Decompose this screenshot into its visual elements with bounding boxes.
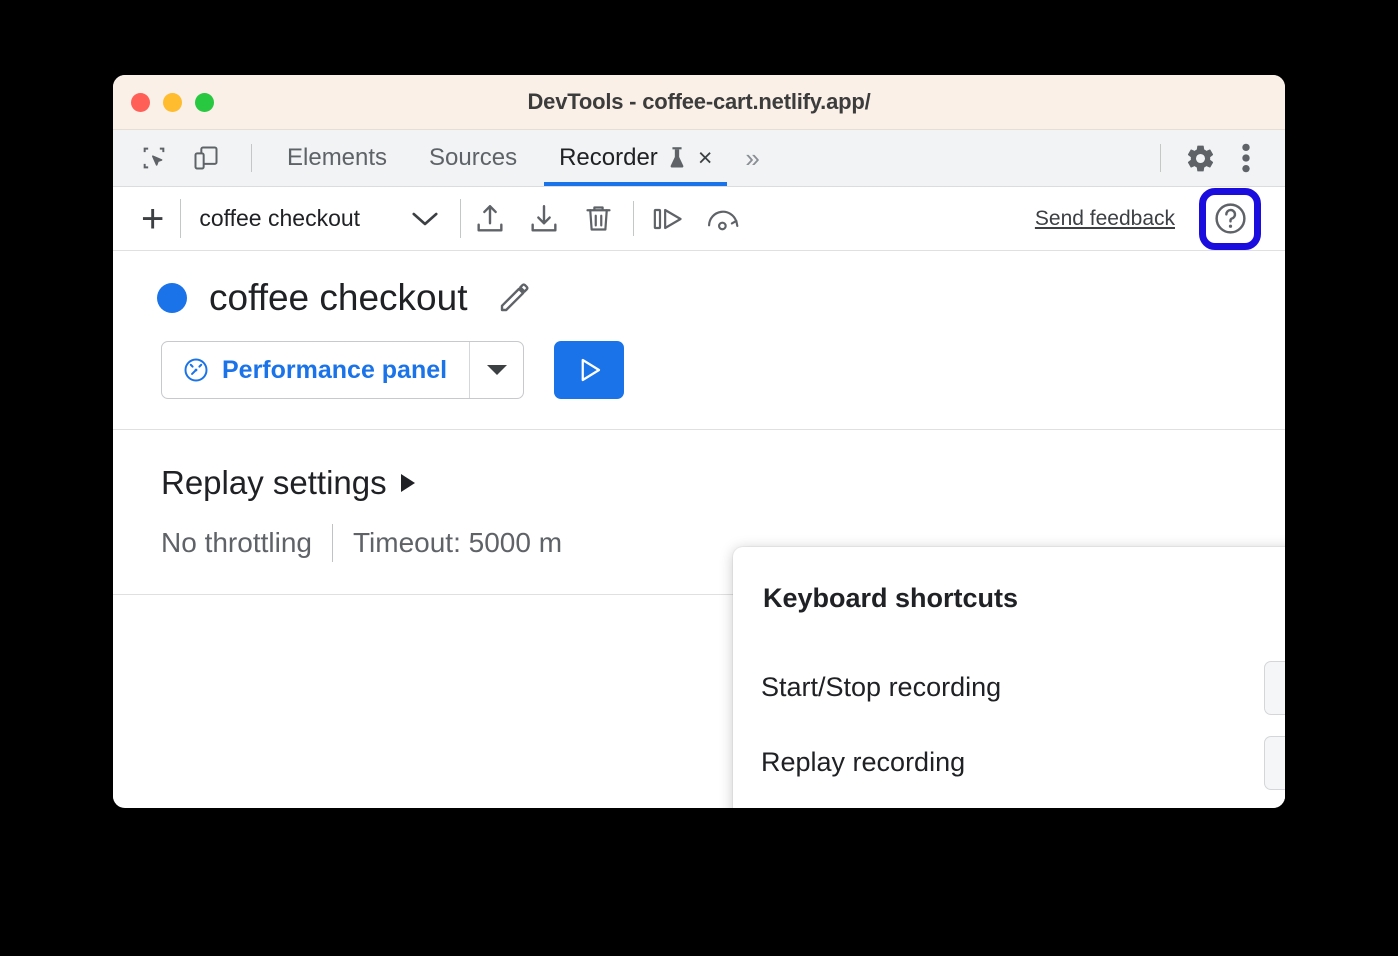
tabbar-right-divider xyxy=(1160,144,1161,172)
summary-divider xyxy=(332,524,333,562)
window-title: DevTools - coffee-cart.netlify.app/ xyxy=(113,89,1285,115)
replay-settings-section: Replay settings No throttling Timeout: 5… xyxy=(113,430,1285,562)
toolbar-divider-2 xyxy=(460,199,461,238)
tab-elements[interactable]: Elements xyxy=(266,130,408,186)
export-recording-button[interactable] xyxy=(467,196,513,242)
chevron-down-icon xyxy=(410,210,440,228)
performance-gauge-icon xyxy=(182,356,210,384)
popup-header: Keyboard shortcuts × xyxy=(733,547,1285,614)
replay-settings-toggle[interactable]: Replay settings xyxy=(161,464,415,502)
edit-title-button[interactable] xyxy=(496,280,532,316)
three-dots-icon xyxy=(1241,141,1251,175)
device-toolbar-button[interactable] xyxy=(185,137,227,179)
help-question-icon xyxy=(1212,200,1249,237)
minimize-window-button[interactable] xyxy=(163,93,182,112)
replay-speed-button[interactable] xyxy=(700,196,746,242)
import-icon xyxy=(527,202,561,236)
popup-title: Keyboard shortcuts xyxy=(763,583,1018,614)
more-options-button[interactable] xyxy=(1225,137,1267,179)
play-replay-icon xyxy=(574,355,604,385)
delete-recording-button[interactable] xyxy=(575,196,621,242)
tabbar-right-icons xyxy=(1146,130,1285,186)
throttling-value: No throttling xyxy=(161,527,312,559)
recording-header: coffee checkout xyxy=(113,251,1285,319)
shortcut-label: Start/Stop recording xyxy=(761,672,1001,703)
toolbar-divider-3 xyxy=(633,201,634,236)
list-item: Copy recording or selected step ⌘ C xyxy=(761,800,1285,808)
recorder-toolbar: + coffee checkout xyxy=(113,187,1285,251)
tab-recorder-label: Recorder xyxy=(559,144,658,172)
window-titlebar: DevTools - coffee-cart.netlify.app/ xyxy=(113,75,1285,130)
list-item: Replay recording ⌘ ↩ xyxy=(761,725,1285,800)
flask-icon xyxy=(667,146,687,170)
timeout-value: Timeout: 5000 m xyxy=(353,527,562,559)
inspect-element-icon xyxy=(140,144,168,172)
tab-sources[interactable]: Sources xyxy=(408,130,538,186)
device-toolbar-icon xyxy=(192,144,220,172)
toolbar-divider-1 xyxy=(180,199,181,238)
import-recording-button[interactable] xyxy=(521,196,567,242)
shortcut-keys: ⌘ E xyxy=(1264,661,1285,715)
trash-icon xyxy=(582,202,615,235)
triangle-right-icon xyxy=(401,474,415,492)
tab-sources-label: Sources xyxy=(429,144,517,172)
replay-button[interactable] xyxy=(554,341,624,399)
pencil-icon xyxy=(496,280,532,316)
tabbar-divider xyxy=(251,144,252,172)
shortcut-label: Replay recording xyxy=(761,747,965,778)
recording-dot xyxy=(157,283,187,313)
keyboard-shortcuts-popup: Keyboard shortcuts × Start/Stop recordin… xyxy=(733,547,1285,808)
panel-tabs: Elements Sources Recorder × » xyxy=(266,130,772,186)
replay-target-main[interactable]: Performance panel xyxy=(162,342,469,398)
step-over-button[interactable] xyxy=(646,196,692,242)
maximize-window-button[interactable] xyxy=(195,93,214,112)
devtools-window: DevTools - coffee-cart.netlify.app/ xyxy=(113,75,1285,808)
devtools-tabbar: Elements Sources Recorder × » xyxy=(113,130,1285,187)
replay-target-dropdown[interactable] xyxy=(469,342,523,398)
inspect-element-button[interactable] xyxy=(133,137,175,179)
export-icon xyxy=(473,202,507,236)
recorder-body: coffee checkout xyxy=(113,251,1285,807)
shortcuts-list: Start/Stop recording ⌘ E Replay recordin… xyxy=(733,614,1285,808)
tabbar-left-icons xyxy=(113,130,266,186)
recording-selector-label[interactable]: coffee checkout xyxy=(185,205,360,232)
recording-title: coffee checkout xyxy=(209,277,468,319)
replay-controls: Performance panel xyxy=(113,319,1285,399)
replay-target-select[interactable]: Performance panel xyxy=(161,341,524,399)
chevron-down-icon xyxy=(486,363,508,377)
replay-speed-icon xyxy=(704,204,742,234)
create-recording-button[interactable]: + xyxy=(129,199,176,239)
tab-recorder-close-icon[interactable]: × xyxy=(698,146,713,171)
tab-elements-label: Elements xyxy=(287,144,387,172)
traffic-lights xyxy=(131,93,214,112)
screenshot-root: DevTools - coffee-cart.netlify.app/ xyxy=(0,0,1398,956)
recording-selector-dropdown[interactable] xyxy=(360,210,458,228)
replay-target-label: Performance panel xyxy=(222,356,447,385)
shortcut-keys: ⌘ ↩ xyxy=(1264,736,1285,790)
send-feedback-link[interactable]: Send feedback xyxy=(1035,207,1175,231)
replay-settings-label: Replay settings xyxy=(161,464,387,502)
step-over-icon xyxy=(651,204,687,234)
close-window-button[interactable] xyxy=(131,93,150,112)
more-tabs-icon[interactable]: » xyxy=(733,130,771,186)
list-item: Start/Stop recording ⌘ E xyxy=(761,650,1285,725)
tab-recorder[interactable]: Recorder × xyxy=(538,130,733,186)
gear-icon xyxy=(1185,143,1216,174)
help-button[interactable] xyxy=(1199,188,1261,250)
settings-button[interactable] xyxy=(1179,137,1221,179)
